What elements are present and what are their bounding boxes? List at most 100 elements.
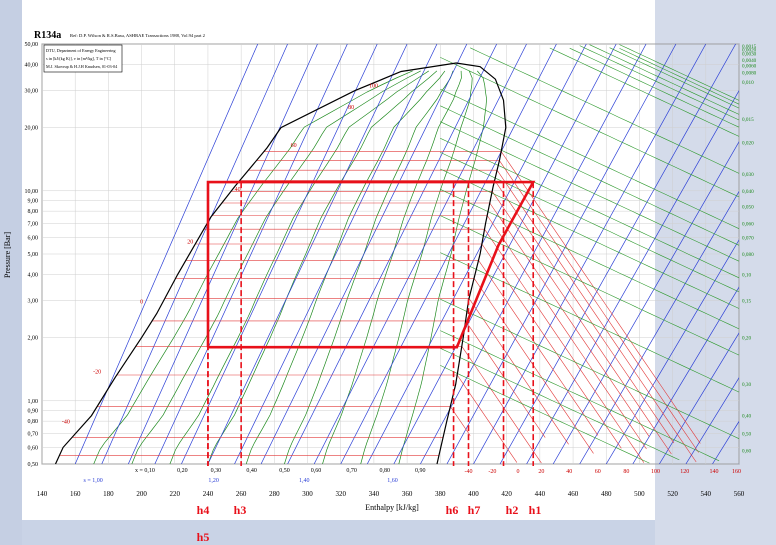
- isotherm-label: 0: [140, 300, 143, 306]
- y-tick-label: 10,00: [25, 189, 39, 195]
- x-tick-label: 140: [37, 490, 48, 498]
- y-tick-label: 0,80: [28, 419, 39, 425]
- x-tick-label: 280: [269, 490, 280, 498]
- bottom-temp-label: 0: [516, 469, 519, 475]
- state-label: h4: [197, 503, 210, 517]
- entropy-label: 1,40: [299, 478, 310, 484]
- x-tick-label: 500: [634, 490, 645, 498]
- density-label: 0,30: [742, 382, 751, 388]
- x-tick-label: 480: [601, 490, 612, 498]
- bottom-temp-label: 20: [538, 469, 544, 475]
- y-tick-label: 0,70: [28, 431, 39, 437]
- bottom-temp-label: -20: [488, 469, 496, 475]
- quality-label: x = 0,10: [135, 468, 155, 474]
- y-tick-label: 2,00: [28, 336, 39, 342]
- bottom-temp-label: 40: [566, 469, 572, 475]
- y-tick-label: 0,90: [28, 408, 39, 414]
- state-label: h7: [468, 503, 481, 517]
- bottom-temp-label: 80: [623, 469, 629, 475]
- quality-label: 0,90: [415, 468, 426, 474]
- y-tick-label: 0,60: [28, 445, 39, 451]
- x-tick-label: 440: [535, 490, 546, 498]
- state-label: h2: [506, 503, 519, 517]
- isotherm-label: -20: [93, 369, 101, 375]
- quality-label: 0,30: [211, 468, 222, 474]
- y-tick-label: 0,50: [28, 462, 39, 468]
- density-label: 0,15: [742, 299, 751, 305]
- entropy-label: 1,60: [387, 478, 398, 484]
- isotherm-label: 100: [369, 84, 378, 90]
- bottom-temp-label: 140: [709, 469, 718, 475]
- density-label: 0,070: [742, 235, 754, 241]
- density-label: 0,0060: [742, 63, 757, 69]
- y-tick-label: 8,00: [28, 209, 39, 215]
- x-tick-label: 540: [701, 490, 712, 498]
- density-label: 0,50: [742, 431, 751, 437]
- isotherm-label: 80: [348, 105, 354, 111]
- state-label: h3: [234, 503, 247, 517]
- x-tick-label: 200: [136, 490, 147, 498]
- bottom-temp-label: 120: [680, 469, 689, 475]
- quality-label: 0,70: [346, 468, 357, 474]
- density-label: 0,0030: [742, 52, 757, 58]
- x-tick-label: 260: [236, 490, 247, 498]
- x-tick-label: 420: [501, 490, 512, 498]
- state-label: h5: [197, 530, 210, 544]
- density-label: 0,010: [742, 80, 754, 86]
- y-tick-label: 4,00: [28, 272, 39, 278]
- isotherm-label: 60: [291, 143, 297, 149]
- y-tick-label: 9,00: [28, 198, 39, 204]
- quality-label: 0,20: [177, 468, 188, 474]
- density-label: 0,020: [742, 140, 754, 146]
- x-tick-label: 520: [667, 490, 678, 498]
- density-label: 0,015: [742, 117, 754, 123]
- y-tick-label: 30,00: [25, 89, 39, 95]
- x-tick-label: 380: [435, 490, 446, 498]
- density-label: 0,40: [742, 414, 751, 420]
- isotherm-label: 20: [187, 240, 193, 246]
- y-tick-label: 40,00: [25, 62, 39, 68]
- quality-label: 0,50: [279, 468, 290, 474]
- entropy-label: s = 1,00: [84, 478, 103, 484]
- isotherm-label: -40: [62, 419, 70, 425]
- density-label: 0,080: [742, 252, 754, 258]
- y-tick-label: 7,00: [28, 221, 39, 227]
- isotherm-label: 40: [235, 187, 241, 193]
- ph-diagram: x = 0,10 0,20 0,30 0,40 0,50 0,60 0,70 0,80 0,90…: [3, 0, 757, 544]
- x-tick-label: 160: [70, 490, 81, 498]
- x-tick-label: 400: [468, 490, 479, 498]
- density-label: 0,040: [742, 189, 754, 195]
- bottom-temp-label: -40: [464, 469, 472, 475]
- x-tick-label: 340: [369, 490, 380, 498]
- density-label: 0,10: [742, 272, 751, 278]
- x-tick-label: 360: [402, 490, 413, 498]
- density-label: 0,050: [742, 205, 754, 211]
- bottom-temp-label: 60: [595, 469, 601, 475]
- state-label: h1: [529, 503, 542, 517]
- quality-label: 0,40: [246, 468, 257, 474]
- bottom-temp-label: 100: [651, 469, 660, 475]
- y-tick-label: 1,00: [28, 399, 39, 405]
- x-tick-label: 240: [203, 490, 214, 498]
- y-tick-label: 5,00: [28, 252, 39, 258]
- x-tick-label: 180: [103, 490, 114, 498]
- state-label: h6: [446, 503, 459, 517]
- entropy-label: 1,20: [208, 478, 219, 484]
- x-tick-label: 220: [170, 490, 181, 498]
- density-label: 0,030: [742, 172, 754, 178]
- y-tick-label: 20,00: [25, 126, 39, 132]
- chart-title: R134a: [34, 30, 61, 41]
- x-tick-label: 320: [335, 490, 346, 498]
- x-tick-label: 300: [302, 490, 313, 498]
- x-tick-label: 560: [734, 490, 745, 498]
- density-label: 0,60: [742, 448, 751, 454]
- x-tick-label: 460: [568, 490, 579, 498]
- bottom-temp-label: 160: [732, 469, 741, 475]
- density-label: 0,20: [742, 336, 751, 342]
- quality-label: 0,60: [311, 468, 322, 474]
- density-label: 0,0080: [742, 71, 757, 77]
- quality-label: 0,80: [379, 468, 390, 474]
- y-axis-label: Pressure [Bar]: [3, 232, 12, 278]
- x-axis-label: Enthalpy [kJ/kg]: [365, 503, 419, 512]
- y-tick-label: 6,00: [28, 235, 39, 241]
